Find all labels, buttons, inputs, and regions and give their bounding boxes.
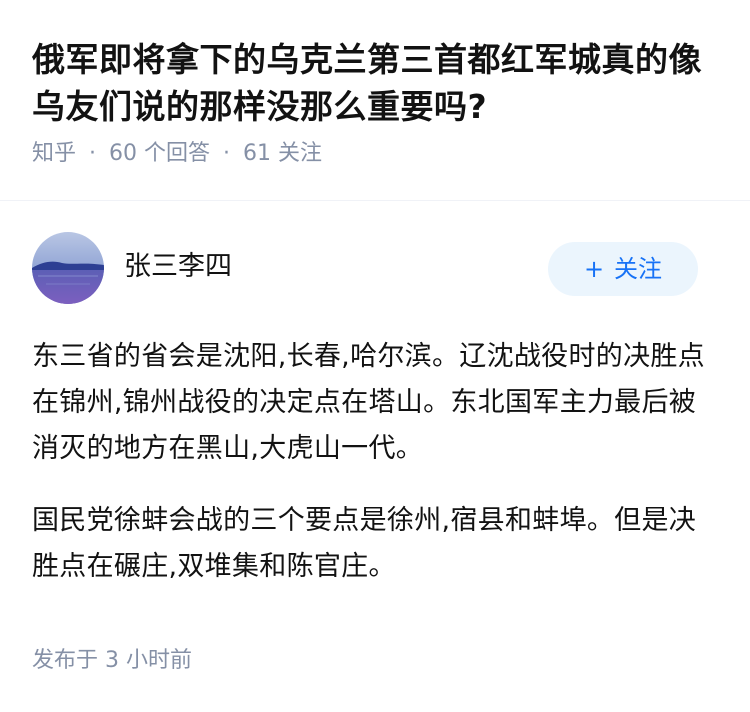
meta-separator: ·: [223, 141, 231, 166]
publish-time-number: 3: [105, 648, 120, 673]
followers-count-number: 61: [243, 141, 272, 166]
publish-time-prefix: 发布于: [32, 648, 99, 673]
follow-button-label: 关注: [614, 255, 663, 283]
author-name[interactable]: 张三李四: [124, 250, 232, 284]
follow-button[interactable]: + 关注: [548, 242, 698, 296]
answers-count-number: 60: [109, 141, 138, 166]
question-header: 俄军即将拿下的乌克兰第三首都红军城真的像乌友们说的那样没那么重要吗? 知乎 · 60…: [32, 36, 722, 169]
publish-time-unit: 小时前: [126, 648, 193, 673]
section-divider: [0, 200, 750, 201]
meta-separator: ·: [89, 141, 97, 166]
answers-count-label: 个回答: [144, 141, 211, 166]
lake-landscape-avatar-icon: [32, 232, 104, 304]
answers-count[interactable]: 60 个回答: [109, 141, 210, 166]
followers-count[interactable]: 61 关注: [243, 141, 322, 166]
source-label[interactable]: 知乎: [32, 141, 76, 166]
publish-time: 发布于 3 小时前: [32, 645, 192, 677]
answer-paragraph: 国民党徐蚌会战的三个要点是徐州,宿县和蚌埠。但是决胜点在碾庄,双堆集和陈官庄。: [32, 505, 697, 582]
answer-paragraph: 东三省的省会是沈阳,长春,哈尔滨。辽沈战役时的决胜点在锦州,锦州战役的决定点在塔…: [32, 341, 705, 464]
followers-count-label: 关注: [278, 141, 323, 166]
plus-icon: +: [583, 255, 605, 283]
answer-content: 东三省的省会是沈阳,长春,哈尔滨。辽沈战役时的决胜点在锦州,锦州战役的决定点在塔…: [32, 334, 722, 616]
avatar[interactable]: [32, 232, 104, 304]
author-row: 张三李四 + 关注: [32, 232, 700, 308]
question-meta: 知乎 · 60 个回答 · 61 关注: [32, 139, 722, 169]
question-title[interactable]: 俄军即将拿下的乌克兰第三首都红军城真的像乌友们说的那样没那么重要吗?: [32, 36, 722, 130]
